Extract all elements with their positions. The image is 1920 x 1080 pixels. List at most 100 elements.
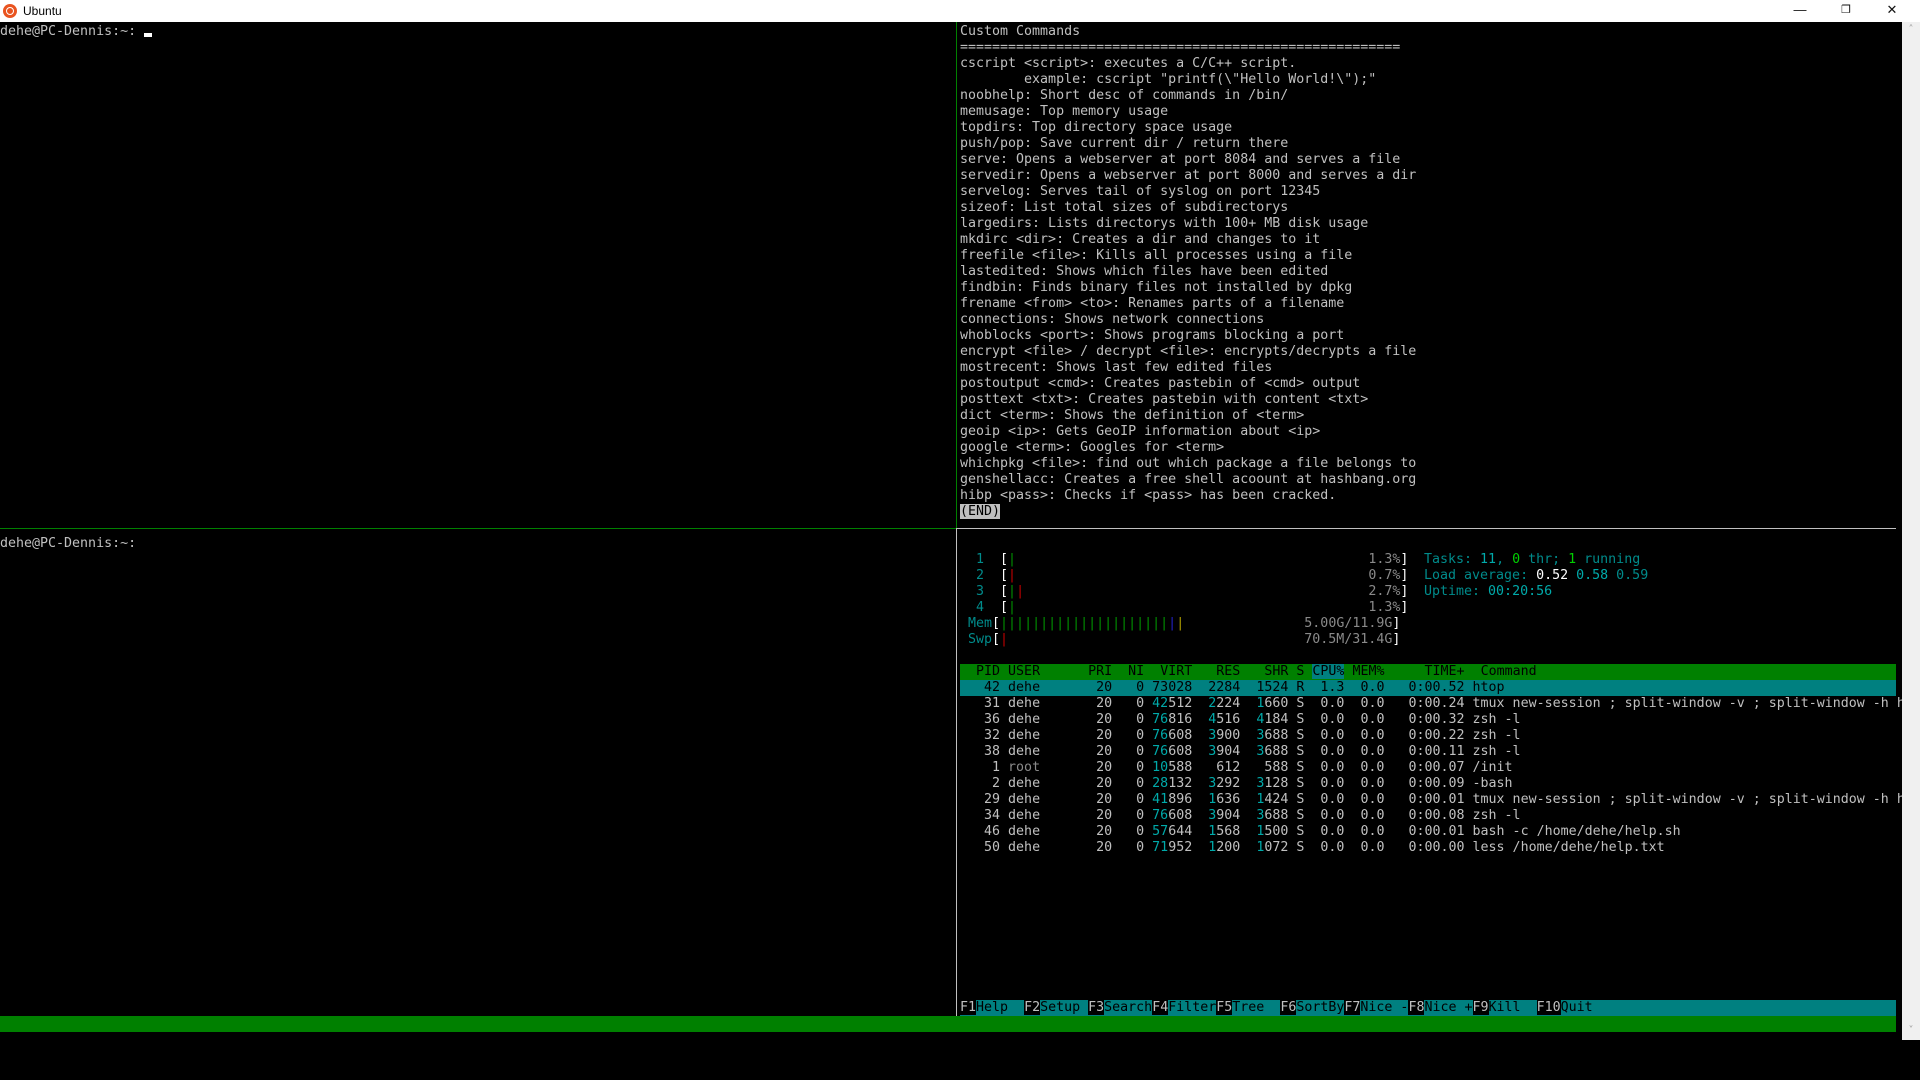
process-mem: 0.0 [1352, 792, 1393, 807]
column-header-pri[interactable]: PRI [1088, 664, 1112, 679]
column-header-s[interactable]: S [1296, 664, 1304, 679]
process-row[interactable]: 32 dehe 20 0 76608 3900 3688 S 0.0 0.0 0… [960, 728, 1896, 744]
process-user: dehe [1008, 712, 1089, 727]
meter-bracket: [ [1000, 568, 1009, 583]
column-header-pid[interactable]: PID [960, 664, 1000, 679]
pane-divider-vertical-top[interactable] [956, 22, 957, 528]
process-cpu: 0.0 [1312, 696, 1353, 711]
process-row[interactable]: 46 dehe 20 0 57644 1568 1500 S 0.0 0.0 0… [960, 824, 1896, 840]
pane-bottom-left-prompt[interactable]: dehe@PC-Dennis:~: [0, 536, 136, 552]
terminal[interactable]: dehe@PC-Dennis:~: dehe@PC-Dennis:~: Cust… [0, 22, 1905, 1063]
pane-divider-horizontal-left[interactable] [0, 528, 956, 529]
process-cpu: 0.0 [1312, 808, 1353, 823]
process-row[interactable]: 42 dehe 20 0 73028 2284 1524 R 1.3 0.0 0… [960, 680, 1896, 696]
pane-top-left-prompt[interactable]: dehe@PC-Dennis:~: [0, 24, 153, 40]
num-units: 816 [1168, 712, 1193, 727]
process-cpu: 1.3 [1312, 680, 1353, 695]
process-row[interactable]: 31 dehe 20 0 42512 2224 1660 S 0.0 0.0 0… [960, 696, 1905, 712]
fkey-f2[interactable]: F2 [1024, 1000, 1041, 1015]
process-pid: 46 [960, 824, 1009, 839]
load-text: 0.59 [1616, 568, 1649, 583]
column-header-shr[interactable]: SHR [1248, 664, 1288, 679]
load-text: 0.52 [1536, 568, 1569, 583]
fkey-label-f2[interactable]: Setup [1040, 1000, 1088, 1015]
uptime-label: Uptime: [1424, 584, 1489, 599]
column-header-cpu[interactable]: CPU% [1312, 664, 1345, 679]
fkey-f7[interactable]: F7 [1344, 1000, 1361, 1015]
process-mem: 0.0 [1352, 728, 1393, 743]
process-row[interactable]: 34 dehe 20 0 76608 3904 3688 S 0.0 0.0 0… [960, 808, 1896, 824]
column-header-time[interactable]: TIME+ [1392, 664, 1465, 679]
num-units: 292 [1216, 776, 1241, 791]
process-ni: 0 [1120, 728, 1153, 743]
fkey-f6[interactable]: F6 [1280, 1000, 1297, 1015]
column-header-user[interactable]: USER [1008, 664, 1080, 679]
scrollbar[interactable]: ˄ ˅ [1902, 22, 1920, 1040]
num-units: 900 [1216, 728, 1241, 743]
column-header-command[interactable]: Command [1481, 664, 1537, 679]
fkey-label-f4[interactable]: Filter [1168, 1000, 1216, 1015]
fkey-label-f6[interactable]: SortBy [1296, 1000, 1344, 1015]
fkey-f8[interactable]: F8 [1408, 1000, 1425, 1015]
pager-line: connections: Shows network connections [960, 312, 1265, 327]
process-time: 0:00.01 [1392, 792, 1473, 807]
fkey-f4[interactable]: F4 [1152, 1000, 1169, 1015]
process-user: dehe [1008, 840, 1089, 855]
scroll-up-arrow-icon[interactable]: ˄ [1902, 24, 1920, 35]
process-cpu: 0.0 [1312, 824, 1353, 839]
fkey-label-f7[interactable]: Nice - [1360, 1000, 1408, 1015]
process-user: dehe [1008, 792, 1089, 807]
minimize-button[interactable]: — [1777, 0, 1823, 22]
process-time: 0:00.08 [1392, 808, 1473, 823]
process-row[interactable]: 29 dehe 20 0 41896 1636 1424 S 0.0 0.0 0… [960, 792, 1905, 808]
fkey-label-f10[interactable]: Quit [1561, 1000, 1609, 1015]
pager-line: freefile <file>: Kills all processes usi… [960, 248, 1353, 263]
pager-line: genshellacc: Creates a free shell acooun… [960, 472, 1417, 487]
process-state: S [1296, 824, 1313, 839]
fkey-f10[interactable]: F10 [1536, 1000, 1561, 1015]
process-user: dehe [1008, 728, 1089, 743]
process-row[interactable]: 50 dehe 20 0 71952 1200 1072 S 0.0 0.0 0… [960, 840, 1896, 856]
scroll-down-arrow-icon[interactable]: ˅ [1902, 1025, 1920, 1036]
fkey-f5[interactable]: F5 [1216, 1000, 1233, 1015]
close-button[interactable]: ✕ [1869, 0, 1915, 22]
fkey-f9[interactable]: F9 [1472, 1000, 1489, 1015]
process-pid: 34 [960, 808, 1009, 823]
process-user: dehe [1008, 680, 1089, 695]
process-user: dehe [1008, 776, 1089, 791]
process-row[interactable]: 38 dehe 20 0 76608 3904 3688 S 0.0 0.0 0… [960, 744, 1896, 760]
column-header-mem[interactable]: MEM% [1352, 664, 1384, 679]
fkey-label-f5[interactable]: Tree [1232, 1000, 1280, 1015]
pager-line: ========================================… [960, 40, 1401, 55]
pane-divider-vertical-bottom[interactable] [956, 528, 957, 1024]
fkey-f1[interactable]: F1 [960, 1000, 977, 1015]
num-units: 424 [1264, 792, 1289, 807]
process-pid: 38 [960, 744, 1009, 759]
fkey-f3[interactable]: F3 [1088, 1000, 1105, 1015]
process-pid: 50 [960, 840, 1009, 855]
fkey-label-f1[interactable]: Help [976, 1000, 1024, 1015]
pane-divider-horizontal-right[interactable] [957, 528, 1896, 529]
process-pri: 20 [1088, 824, 1121, 839]
fkey-label-f3[interactable]: Search [1104, 1000, 1152, 1015]
process-cpu: 0.0 [1312, 840, 1353, 855]
process-state: S [1296, 792, 1313, 807]
fkey-label-f8[interactable]: Nice + [1424, 1000, 1472, 1015]
process-command: zsh -l [1472, 712, 1521, 727]
fkey-label-f9[interactable]: Kill [1489, 1000, 1537, 1015]
restore-button[interactable]: ❐ [1823, 0, 1869, 22]
meter-mem: Mem[||||||||||||||||||||||| 5.00G/11.9G] [960, 616, 1400, 632]
process-row[interactable]: 1 root 20 0 10588 612 588 S 0.0 0.0 0:00… [960, 760, 1896, 776]
pager-line: serve: Opens a webserver at port 8084 an… [960, 152, 1401, 167]
process-command: htop [1472, 680, 1505, 695]
num-units: 588 [1264, 760, 1289, 775]
num-thousands: 10 [1152, 760, 1169, 775]
process-state: S [1296, 776, 1313, 791]
num-units: 500 [1264, 824, 1289, 839]
process-row[interactable]: 2 dehe 20 0 28132 3292 3128 S 0.0 0.0 0:… [960, 776, 1896, 792]
process-command: /init [1472, 760, 1513, 775]
process-row[interactable]: 36 dehe 20 0 76816 4516 4184 S 0.0 0.0 0… [960, 712, 1896, 728]
column-header-res[interactable]: RES [1200, 664, 1240, 679]
column-header-ni[interactable]: NI [1120, 664, 1144, 679]
column-header-virt[interactable]: VIRT [1152, 664, 1192, 679]
